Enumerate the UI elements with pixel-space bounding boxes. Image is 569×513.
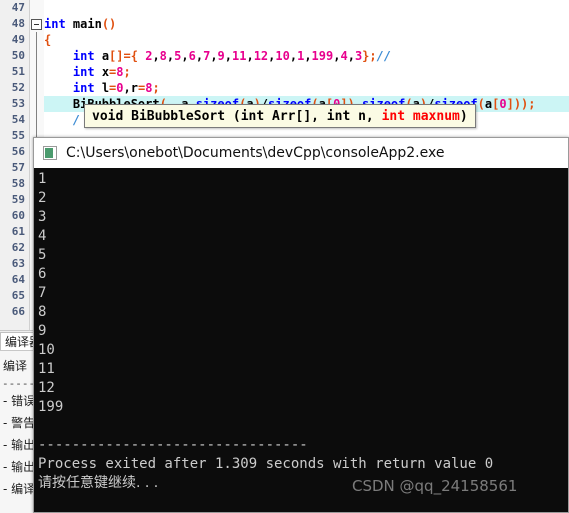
line-number: 49 <box>11 33 25 46</box>
line-number: 52 <box>11 81 25 94</box>
output-line: 12 <box>38 380 55 396</box>
line-number: 48 <box>11 17 25 30</box>
console-window-title: C:\Users\onebot\Documents\devCpp\console… <box>66 145 445 161</box>
output-line: 9 <box>38 323 47 339</box>
line-number: 64 <box>11 273 25 286</box>
output-line: 3 <box>38 209 47 225</box>
output-blank-line <box>38 417 568 436</box>
output-line: 8 <box>38 304 47 320</box>
fold-guide-line <box>36 32 37 152</box>
tooltip-highlight-param: int maxnum <box>381 109 460 124</box>
tooltip-prefix: void BiBubbleSort (int Arr[], int n, <box>92 109 382 124</box>
line-number: 51 <box>11 65 25 78</box>
code-line-49: { <box>44 33 52 47</box>
code-line-51: int x=8; <box>72 65 131 79</box>
line-number: 53 <box>11 97 25 110</box>
console-app-icon <box>43 146 57 160</box>
output-line: 1 <box>38 171 47 187</box>
code-line-48: int main() <box>44 17 117 31</box>
line-number: 57 <box>11 161 25 174</box>
line-number: 61 <box>11 225 25 238</box>
code-line-52: int l=0,r=8; <box>72 81 160 95</box>
line-number: 58 <box>11 177 25 190</box>
console-output[interactable]: 1 2 3 4 5 6 7 8 9 10 11 12 199 ---------… <box>34 168 568 512</box>
function-signature-tooltip: void BiBubbleSort (int Arr[], int n, int… <box>84 104 476 128</box>
console-window[interactable]: C:\Users\onebot\Documents\devCpp\console… <box>33 137 569 513</box>
line-number: 54 <box>11 113 25 126</box>
line-number: 60 <box>11 209 25 222</box>
output-separator: -------------------------------- <box>38 437 308 453</box>
tooltip-suffix: ) <box>459 109 468 124</box>
output-line: 4 <box>38 228 47 244</box>
line-number: 55 <box>11 129 25 142</box>
output-line: 10 <box>38 342 55 358</box>
line-number: 65 <box>11 289 25 302</box>
line-number: 66 <box>11 305 25 318</box>
output-line: 199 <box>38 399 64 415</box>
line-number: 63 <box>11 257 25 270</box>
editor-gutter: 47 48 49 50 51 52 53 54 55 56 57 58 59 6… <box>0 0 30 330</box>
output-exit-message: Process exited after 1.309 seconds with … <box>38 456 494 472</box>
output-line: 6 <box>38 266 47 282</box>
code-line-50: int a[]={ 2,8,5,6,7,9,11,12,10,1,199,4,3… <box>72 49 392 63</box>
line-number: 62 <box>11 241 25 254</box>
line-number: 56 <box>11 145 25 158</box>
output-press-any-key: 请按任意键继续. . . <box>38 475 159 491</box>
output-line: 7 <box>38 285 47 301</box>
output-line: 2 <box>38 190 47 206</box>
output-line: 11 <box>38 361 55 377</box>
line-number: 59 <box>11 193 25 206</box>
collapse-fold-icon[interactable] <box>31 19 42 30</box>
output-line: 5 <box>38 247 47 263</box>
line-number: 50 <box>11 49 25 62</box>
console-title-bar[interactable]: C:\Users\onebot\Documents\devCpp\console… <box>34 138 568 168</box>
line-number: 47 <box>11 1 25 14</box>
